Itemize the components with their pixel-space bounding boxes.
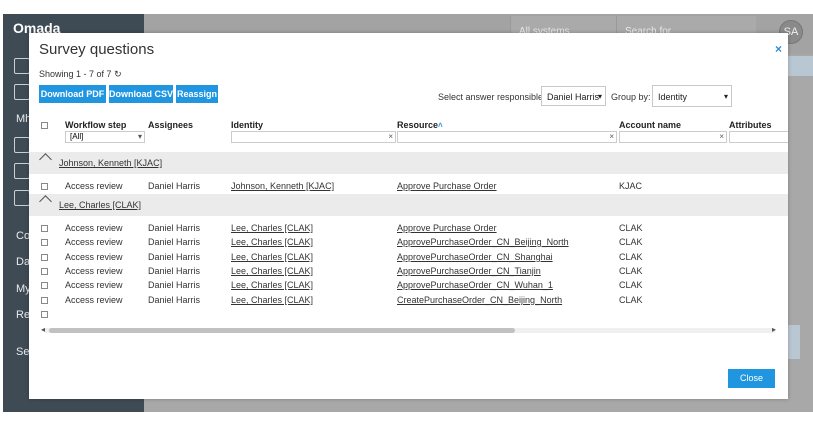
account-name-filter-input[interactable]: × — [619, 131, 727, 143]
row-checkbox[interactable] — [41, 239, 48, 246]
column-header-attributes[interactable]: Attributes — [729, 120, 772, 130]
assignee-cell: Daniel Harris — [148, 280, 201, 290]
workflow-filter-value: [All] — [70, 132, 84, 141]
home-icon — [14, 58, 30, 74]
showing-text: Showing 1 - 7 of 7 — [39, 69, 112, 79]
chevron-down-icon: ▾ — [723, 92, 728, 101]
workflow-step-cell: Access review — [65, 223, 123, 233]
assignee-cell: Daniel Harris — [148, 266, 201, 276]
identity-link[interactable]: Lee, Charles [CLAK] — [231, 295, 313, 305]
resource-filter-input[interactable]: × — [397, 131, 617, 143]
row-checkbox[interactable] — [41, 282, 48, 289]
workflow-step-cell: Access review — [65, 252, 123, 262]
workflow-step-cell: Access review — [65, 237, 123, 247]
close-button[interactable]: Close — [728, 369, 775, 388]
assignee-cell: Daniel Harris — [148, 223, 201, 233]
resource-link[interactable]: Approve Purchase Order — [397, 223, 497, 233]
identity-link[interactable]: Lee, Charles [CLAK] — [231, 266, 313, 276]
sidebar-item-label: Se — [16, 346, 30, 358]
row-checkbox[interactable] — [41, 183, 48, 190]
column-header-resource[interactable]: Resource˄ — [397, 120, 443, 130]
resource-link[interactable]: ApprovePurchaseOrder_CN_Tianjin — [397, 266, 541, 276]
sidebar-item-label: Co — [16, 230, 31, 242]
group-by-label: Group by: — [611, 92, 651, 102]
identity-link[interactable]: Lee, Charles [CLAK] — [231, 223, 313, 233]
account-name-cell: KJAC — [619, 181, 643, 191]
chevron-down-icon: ▾ — [137, 132, 142, 141]
resource-header-label: Resource — [397, 120, 439, 130]
scroll-right-icon[interactable]: ▸ — [772, 325, 776, 334]
answer-responsible-label: Select answer responsible — [438, 92, 544, 102]
identity-link[interactable]: Lee, Charles [CLAK] — [231, 252, 313, 262]
chevron-up-icon[interactable] — [39, 195, 52, 208]
sidebar-item-label: Re — [16, 309, 31, 321]
row-checkbox[interactable] — [41, 311, 48, 318]
sidebar-item-label: Da — [16, 256, 31, 268]
reassign-button[interactable]: Reassign — [176, 85, 218, 103]
assignee-cell: Daniel Harris — [148, 252, 201, 262]
account-name-cell: CLAK — [619, 280, 643, 290]
account-name-cell: CLAK — [619, 252, 643, 262]
survey-questions-dialog: Survey questions × Showing 1 - 7 of 7 ↻ … — [29, 33, 788, 399]
close-icon[interactable]: × — [775, 42, 782, 56]
assignee-cell: Daniel Harris — [148, 181, 201, 191]
clear-icon[interactable]: × — [388, 132, 393, 142]
column-header-identity[interactable]: Identity — [231, 120, 263, 130]
download-csv-button[interactable]: Download CSV — [109, 85, 173, 103]
identity-link[interactable]: Johnson, Kenneth [KJAC] — [231, 181, 334, 191]
account-name-cell: CLAK — [619, 266, 643, 276]
assignee-cell: Daniel Harris — [148, 295, 201, 305]
column-header-assignees[interactable]: Assignees — [148, 120, 193, 130]
column-header-workflow-step[interactable]: Workflow step — [65, 120, 126, 130]
showing-count: Showing 1 - 7 of 7 ↻ — [39, 69, 122, 80]
column-header-account-name[interactable]: Account name — [619, 120, 681, 130]
users-icon — [14, 163, 30, 179]
group-by-value: Identity — [658, 92, 688, 102]
row-checkbox[interactable] — [41, 225, 48, 232]
refresh-icon[interactable]: ↻ — [114, 69, 122, 79]
resource-link[interactable]: ApprovePurchaseOrder_CN_Beijing_North — [397, 237, 569, 247]
workflow-step-filter[interactable]: [All] ▾ — [65, 131, 145, 143]
row-checkbox[interactable] — [41, 297, 48, 304]
sort-ascending-icon: ˄ — [438, 121, 443, 130]
dialog-title: Survey questions — [39, 41, 155, 58]
attributes-filter-input[interactable] — [729, 131, 788, 143]
account-name-cell: CLAK — [619, 295, 643, 305]
group-row[interactable]: Johnson, Kenneth [KJAC] — [29, 152, 788, 174]
answer-responsible-value: Daniel Harris — [547, 92, 600, 102]
workflow-step-cell: Access review — [65, 280, 123, 290]
row-checkbox[interactable] — [41, 268, 48, 275]
background-strip — [788, 325, 800, 359]
resource-link[interactable]: ApprovePurchaseOrder_CN_Wuhan_1 — [397, 280, 553, 290]
resource-link[interactable]: ApprovePurchaseOrder_CN_Shanghai — [397, 252, 553, 262]
resource-link[interactable]: CreatePurchaseOrder_CN_Beijing_North — [397, 295, 562, 305]
select-all-checkbox[interactable] — [41, 122, 48, 129]
identity-link[interactable]: Lee, Charles [CLAK] — [231, 280, 313, 290]
identity-filter-input[interactable]: × — [231, 131, 396, 143]
clear-icon[interactable]: × — [609, 132, 614, 142]
chevron-up-icon[interactable] — [39, 153, 52, 166]
workflow-step-cell: Access review — [65, 266, 123, 276]
clear-icon[interactable]: × — [719, 132, 724, 142]
account-name-cell: CLAK — [619, 237, 643, 247]
download-pdf-button[interactable]: Download PDF — [39, 85, 106, 103]
horizontal-scrollbar-thumb[interactable] — [49, 328, 515, 333]
group-label[interactable]: Johnson, Kenneth [KJAC] — [59, 158, 162, 168]
account-name-cell: CLAK — [619, 223, 643, 233]
group-by-select[interactable]: Identity ▾ — [652, 85, 732, 107]
group-row[interactable]: Lee, Charles [CLAK] — [29, 194, 788, 216]
row-checkbox[interactable] — [41, 254, 48, 261]
answer-responsible-select[interactable]: Daniel Harris ▾ — [541, 86, 606, 106]
assignee-cell: Daniel Harris — [148, 237, 201, 247]
org-icon — [14, 137, 30, 153]
chevron-down-icon: ▾ — [597, 92, 602, 101]
workflow-step-cell: Access review — [65, 181, 123, 191]
background-strip — [788, 56, 813, 76]
group-label[interactable]: Lee, Charles [CLAK] — [59, 200, 141, 210]
workflow-step-cell: Access review — [65, 295, 123, 305]
identity-link[interactable]: Lee, Charles [CLAK] — [231, 237, 313, 247]
clipboard-icon — [14, 84, 30, 100]
resource-link[interactable]: Approve Purchase Order — [397, 181, 497, 191]
document-icon — [14, 190, 30, 206]
